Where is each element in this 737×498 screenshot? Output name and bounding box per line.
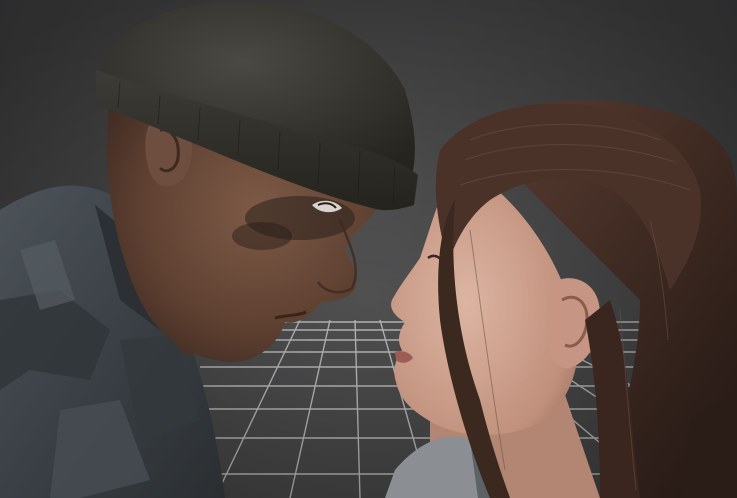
3d-viewport: [0, 0, 737, 498]
scene-canvas: [0, 0, 737, 498]
